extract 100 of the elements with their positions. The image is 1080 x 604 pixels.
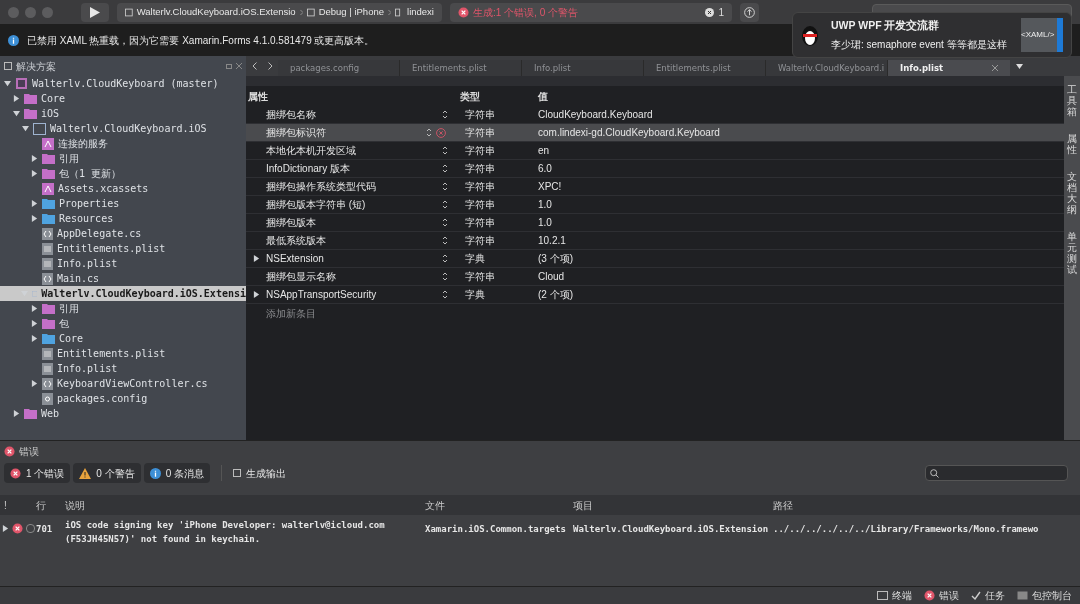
stepper-icon[interactable] xyxy=(426,128,432,137)
property-name: 捆绑包名称 xyxy=(266,108,317,122)
tree-item[interactable]: 包（1 更新） xyxy=(0,166,246,181)
side-tab[interactable]: 属性 xyxy=(1067,133,1077,155)
tree-item[interactable]: Web xyxy=(0,406,246,421)
side-tab[interactable]: 单元测试 xyxy=(1067,231,1077,275)
status-bar-button[interactable]: 包控制台 xyxy=(1017,588,1072,603)
notification-title: UWP WPF 开发交流群 xyxy=(831,18,941,34)
search-icon xyxy=(930,468,939,478)
tree-item[interactable]: Walterlv.CloudKeyboard.iOS.Extensi xyxy=(0,286,246,301)
filter-button[interactable]: 0 个警告 xyxy=(73,463,141,483)
editor-tab[interactable]: Info.plist xyxy=(888,60,1010,76)
run-button[interactable] xyxy=(81,2,109,22)
notification[interactable]: UWP WPF 开发交流群 李少珺: semaphore event 等等都是这样 <XAML/> xyxy=(792,12,1072,58)
tree-item[interactable]: 连接的服务 xyxy=(0,136,246,151)
side-tab[interactable]: 文档大纲 xyxy=(1067,171,1077,215)
tree-item[interactable]: Assets.xcassets xyxy=(0,181,246,196)
tree-item[interactable]: 引用 xyxy=(0,151,246,166)
checkbox[interactable] xyxy=(26,524,35,533)
column-header: 路径 xyxy=(773,498,793,513)
collapsed-caret-icon[interactable] xyxy=(252,255,260,262)
error-icon xyxy=(436,127,446,138)
plist-row[interactable]: 捆绑包显示名称 字符串 Cloud xyxy=(246,268,1064,286)
tree-item[interactable]: 引用 xyxy=(0,301,246,316)
tree-item-label: Core xyxy=(41,92,66,106)
tab-menu-icon[interactable] xyxy=(1015,63,1023,69)
status-bar-button[interactable]: 终端 xyxy=(877,588,912,603)
code-file-icon xyxy=(42,272,53,285)
tree-item[interactable]: iOS xyxy=(0,106,246,121)
console-icon xyxy=(1017,591,1028,600)
tree-item[interactable]: Resources xyxy=(0,211,246,226)
stepper-icon[interactable] xyxy=(442,182,448,191)
tree-item[interactable]: 包 xyxy=(0,316,246,331)
tree-item-label: 包（1 更新） xyxy=(59,167,122,181)
plist-row[interactable]: 捆绑包版本 字符串 1.0 xyxy=(246,214,1064,232)
stepper-icon[interactable] xyxy=(442,110,448,119)
tree-item[interactable]: Info.plist xyxy=(0,256,246,271)
breadcrumb[interactable]: Debug | iPhone xyxy=(318,4,384,20)
check-icon xyxy=(971,591,981,600)
dock-icon[interactable] xyxy=(226,63,232,69)
tree-item[interactable]: packages.config xyxy=(0,391,246,406)
stepper-icon[interactable] xyxy=(442,146,448,155)
plist-row[interactable]: 捆绑包标识符 字符串 com.lindexi-gd.CloudKeyboard.Keyboard xyxy=(246,124,1064,142)
stepper-icon[interactable] xyxy=(442,290,448,299)
stepper-icon[interactable] xyxy=(442,236,448,245)
collapsed-caret-icon[interactable] xyxy=(2,525,9,532)
collapsed-caret-icon[interactable] xyxy=(30,380,38,387)
expanded-caret-icon[interactable] xyxy=(3,80,11,87)
tree-item[interactable]: Core xyxy=(0,91,246,106)
side-tab[interactable]: 工具箱 xyxy=(1067,84,1077,117)
column-header: ! xyxy=(3,498,8,513)
stepper-icon[interactable] xyxy=(442,218,448,227)
value-cell-text: XPC! xyxy=(538,180,562,194)
type-cell-text: 字符串 xyxy=(464,144,496,158)
breadcrumb[interactable]: lindexi xyxy=(407,4,434,20)
value-cell-text: com.lindexi-gd.CloudKeyboard.Keyboard xyxy=(538,126,720,140)
tree-item[interactable]: Entitlements.plist xyxy=(0,241,246,256)
plist-row[interactable]: 本地化本机开发区域 字符串 en xyxy=(246,142,1064,160)
filter-button[interactable]: 0 条消息 xyxy=(143,463,211,483)
tree-item[interactable]: Entitlements.plist xyxy=(0,346,246,361)
tree-item[interactable]: Walterlv.CloudKeyboard.iOS xyxy=(0,121,246,136)
status-bar-button[interactable]: 任务 xyxy=(971,588,1005,603)
pad-icon xyxy=(4,62,12,70)
file-icon xyxy=(42,242,53,255)
status-bar-button[interactable]: 错误 xyxy=(924,588,959,603)
xaml-logo-text: <XAML/> xyxy=(1021,29,1055,41)
stepper-icon[interactable] xyxy=(442,200,448,209)
stepper-icon[interactable] xyxy=(442,272,448,281)
plist-row[interactable]: NSAppTransportSecurity 字典 (2 个项) xyxy=(246,286,1064,304)
close-icon[interactable] xyxy=(236,63,242,69)
forward-icon[interactable] xyxy=(267,62,273,70)
search-field[interactable] xyxy=(925,465,1068,481)
tree-item[interactable]: KeyboardViewController.cs xyxy=(0,376,246,391)
breadcrumb[interactable]: Walterlv.CloudKeyboard.iOS.Extensio xyxy=(136,4,296,20)
stepper-icon[interactable] xyxy=(442,254,448,263)
collapsed-caret-icon[interactable] xyxy=(12,410,20,417)
stepper-icon[interactable] xyxy=(442,164,448,173)
tree-item[interactable]: Main.cs xyxy=(0,271,246,286)
property-name: 捆绑包操作系统类型代码 xyxy=(266,180,377,194)
tree-item[interactable]: Core xyxy=(0,331,246,346)
plist-row[interactable]: NSExtension 字典 (3 个项) xyxy=(246,250,1064,268)
type-cell-text: 字符串 xyxy=(464,270,496,284)
add-entry-text[interactable]: 添加新条目 xyxy=(266,305,316,321)
filter-button[interactable]: 1 个错误 xyxy=(4,463,71,483)
build-output-button[interactable]: 生成输出 xyxy=(233,465,287,481)
collapsed-caret-icon[interactable] xyxy=(252,291,260,298)
tree-item[interactable]: AppDelegate.cs xyxy=(0,226,246,241)
close-icon[interactable] xyxy=(992,65,998,71)
plist-row[interactable]: InfoDictionary 版本 字符串 6.0 xyxy=(246,160,1064,178)
type-cell-text: 字符串 xyxy=(464,216,496,230)
tree-item-label: Walterlv.CloudKeyboard (master) xyxy=(32,77,219,91)
plist-row[interactable]: 捆绑包操作系统类型代码 字符串 XPC! xyxy=(246,178,1064,196)
plist-row[interactable]: 捆绑包版本字符串 (短) 字符串 1.0 xyxy=(246,196,1064,214)
back-icon[interactable] xyxy=(251,62,257,70)
tree-item[interactable]: Walterlv.CloudKeyboard (master) xyxy=(0,76,246,91)
plist-row[interactable]: 最低系统版本 字符串 10.2.1 xyxy=(246,232,1064,250)
upload-button[interactable] xyxy=(740,2,759,22)
collapsed-caret-icon[interactable] xyxy=(12,95,20,102)
tree-item[interactable]: Info.plist xyxy=(0,361,246,376)
tree-item[interactable]: Properties xyxy=(0,196,246,211)
